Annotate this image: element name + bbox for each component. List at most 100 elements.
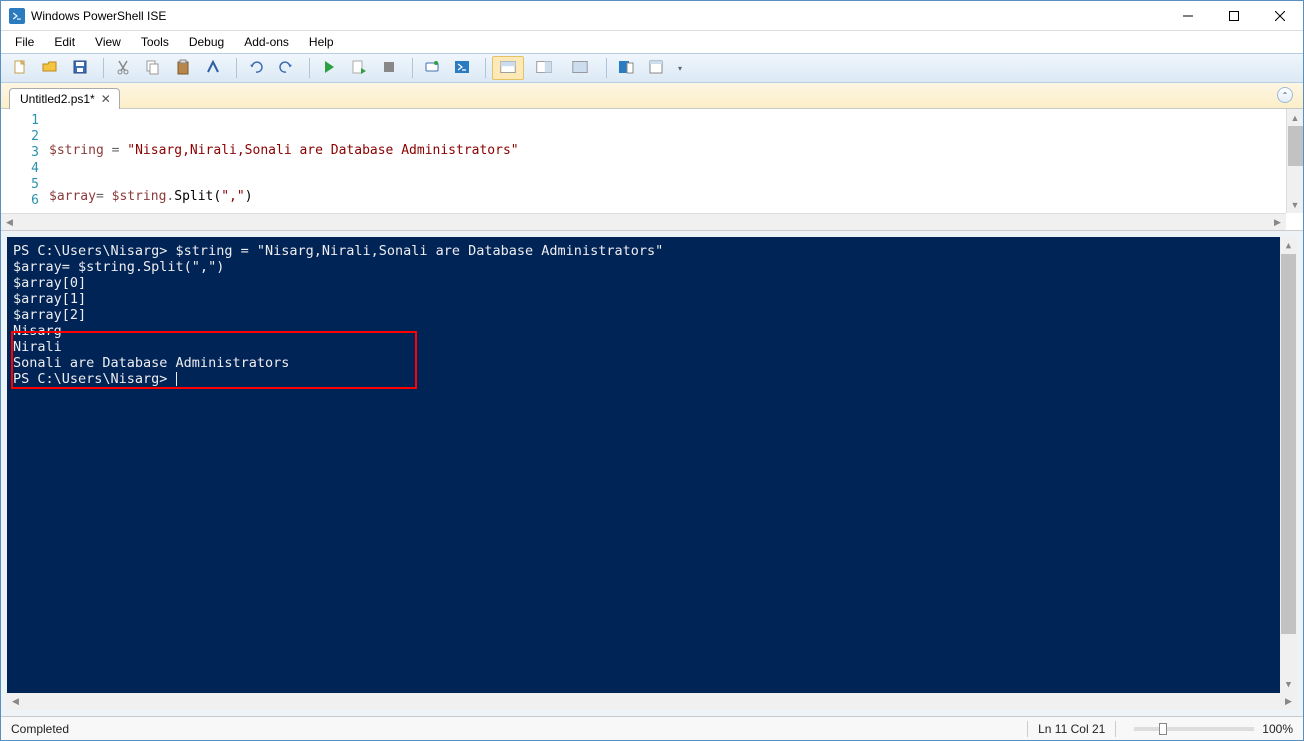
console-line: $array[0] bbox=[13, 275, 1293, 291]
console-line: $array[2] bbox=[13, 307, 1293, 323]
status-message: Completed bbox=[11, 722, 69, 736]
editor-vertical-scrollbar[interactable]: ▲ ▼ bbox=[1286, 109, 1303, 213]
command-addon-icon bbox=[618, 59, 634, 78]
menu-addons[interactable]: Add-ons bbox=[234, 33, 299, 51]
window-controls bbox=[1165, 1, 1303, 30]
start-powershell-button[interactable] bbox=[449, 56, 475, 80]
console-output-line: Nirali bbox=[13, 339, 1293, 355]
chevron-down-icon: ▾ bbox=[678, 64, 682, 73]
line-number: 5 bbox=[1, 177, 39, 193]
toolbar-overflow-button[interactable]: ▾ bbox=[673, 56, 687, 80]
paste-icon bbox=[175, 59, 191, 78]
console-wrap: PS C:\Users\Nisarg> $string = "Nisarg,Ni… bbox=[1, 231, 1303, 716]
stop-button[interactable] bbox=[376, 56, 402, 80]
maximize-icon bbox=[1229, 11, 1239, 21]
console-horizontal-scrollbar[interactable]: ◀ ▶ bbox=[7, 693, 1297, 710]
powershell-icon bbox=[454, 59, 470, 78]
editor-horizontal-scrollbar[interactable]: ◀ ▶ bbox=[1, 213, 1286, 230]
scroll-right-icon[interactable]: ▶ bbox=[1269, 214, 1286, 230]
toolbar-separator bbox=[236, 58, 237, 78]
zoom-slider[interactable] bbox=[1134, 727, 1254, 731]
script-tab-active[interactable]: Untitled2.ps1* ✕ bbox=[9, 88, 120, 109]
undo-button[interactable] bbox=[243, 56, 269, 80]
app-icon bbox=[9, 8, 25, 24]
code-line: $array= $string.Split(",") bbox=[49, 189, 1303, 205]
menu-debug[interactable]: Debug bbox=[179, 33, 234, 51]
menubar: File Edit View Tools Debug Add-ons Help bbox=[1, 31, 1303, 53]
open-button[interactable] bbox=[37, 56, 63, 80]
command-window-icon bbox=[648, 59, 664, 78]
show-command-addon-button[interactable] bbox=[613, 56, 639, 80]
show-script-top-button[interactable] bbox=[492, 56, 524, 80]
scrollbar-thumb[interactable] bbox=[1288, 126, 1303, 166]
minimize-button[interactable] bbox=[1165, 1, 1211, 30]
cut-icon bbox=[115, 59, 131, 78]
toolbar-separator bbox=[606, 58, 607, 78]
save-icon bbox=[72, 59, 88, 78]
copy-icon bbox=[145, 59, 161, 78]
scroll-up-icon[interactable]: ▲ bbox=[1280, 237, 1297, 254]
scroll-down-icon[interactable]: ▼ bbox=[1280, 676, 1297, 693]
maximize-button[interactable] bbox=[1211, 1, 1257, 30]
console-prompt-line[interactable]: PS C:\Users\Nisarg> bbox=[13, 371, 1293, 387]
script-tabstrip: Untitled2.ps1* ✕ ⌃ bbox=[1, 83, 1303, 109]
new-button[interactable] bbox=[7, 56, 33, 80]
console-prompt-text: PS C:\Users\Nisarg> bbox=[13, 371, 176, 387]
show-script-right-button[interactable] bbox=[528, 56, 560, 80]
run-script-button[interactable] bbox=[316, 56, 342, 80]
code-area[interactable]: $string = "Nisarg,Nirali,Sonali are Data… bbox=[49, 109, 1303, 230]
clear-button[interactable] bbox=[200, 56, 226, 80]
close-button[interactable] bbox=[1257, 1, 1303, 30]
statusbar-separator bbox=[1115, 721, 1116, 737]
scrollbar-thumb[interactable] bbox=[1281, 254, 1296, 634]
show-command-window-button[interactable] bbox=[643, 56, 669, 80]
pane-right-icon bbox=[536, 59, 552, 78]
run-selection-icon bbox=[351, 59, 367, 78]
script-editor[interactable]: 1 2 3 4 5 6 $string = "Nisarg,Nirali,Son… bbox=[1, 109, 1303, 231]
app-window: Windows PowerShell ISE File Edit View To… bbox=[0, 0, 1304, 741]
window-title: Windows PowerShell ISE bbox=[31, 9, 1165, 23]
scroll-up-icon[interactable]: ▲ bbox=[1287, 109, 1303, 126]
console-line: PS C:\Users\Nisarg> $string = "Nisarg,Ni… bbox=[13, 243, 1293, 259]
slider-thumb[interactable] bbox=[1159, 723, 1167, 735]
console-pane[interactable]: PS C:\Users\Nisarg> $string = "Nisarg,Ni… bbox=[7, 237, 1297, 693]
show-script-max-button[interactable] bbox=[564, 56, 596, 80]
toolbar-separator bbox=[412, 58, 413, 78]
console-output-line: Sonali are Database Administrators bbox=[13, 355, 1293, 371]
line-number: 2 bbox=[1, 129, 39, 145]
toolbar-separator bbox=[485, 58, 486, 78]
cursor-position: Ln 11 Col 21 bbox=[1038, 722, 1105, 736]
new-remote-tab-button[interactable] bbox=[419, 56, 445, 80]
remote-icon bbox=[424, 59, 440, 78]
console-output-line: Nisarg bbox=[13, 323, 1293, 339]
menu-tools[interactable]: Tools bbox=[131, 33, 179, 51]
menu-file[interactable]: File bbox=[5, 33, 44, 51]
zoom-level: 100% bbox=[1262, 722, 1293, 736]
scroll-down-icon[interactable]: ▼ bbox=[1287, 196, 1303, 213]
tab-close-button[interactable]: ✕ bbox=[101, 93, 111, 105]
copy-button[interactable] bbox=[140, 56, 166, 80]
open-folder-icon bbox=[42, 59, 58, 78]
toolbar-separator bbox=[309, 58, 310, 78]
line-number: 4 bbox=[1, 161, 39, 177]
scroll-right-icon[interactable]: ▶ bbox=[1280, 693, 1297, 710]
stop-icon bbox=[381, 59, 397, 78]
menu-view[interactable]: View bbox=[85, 33, 131, 51]
scroll-left-icon[interactable]: ◀ bbox=[1, 215, 18, 231]
scroll-left-icon[interactable]: ◀ bbox=[7, 693, 24, 710]
collapse-script-pane-button[interactable]: ⌃ bbox=[1277, 87, 1293, 103]
console-vertical-scrollbar[interactable]: ▲ ▼ bbox=[1280, 237, 1297, 693]
paste-button[interactable] bbox=[170, 56, 196, 80]
cursor-icon bbox=[176, 372, 177, 386]
run-selection-button[interactable] bbox=[346, 56, 372, 80]
redo-button[interactable] bbox=[273, 56, 299, 80]
titlebar: Windows PowerShell ISE bbox=[1, 1, 1303, 31]
menu-help[interactable]: Help bbox=[299, 33, 344, 51]
line-number: 3 bbox=[1, 145, 39, 161]
undo-icon bbox=[248, 59, 264, 78]
code-line: $string = "Nisarg,Nirali,Sonali are Data… bbox=[49, 143, 1303, 159]
save-button[interactable] bbox=[67, 56, 93, 80]
console-line: $array[1] bbox=[13, 291, 1293, 307]
menu-edit[interactable]: Edit bbox=[44, 33, 85, 51]
cut-button[interactable] bbox=[110, 56, 136, 80]
